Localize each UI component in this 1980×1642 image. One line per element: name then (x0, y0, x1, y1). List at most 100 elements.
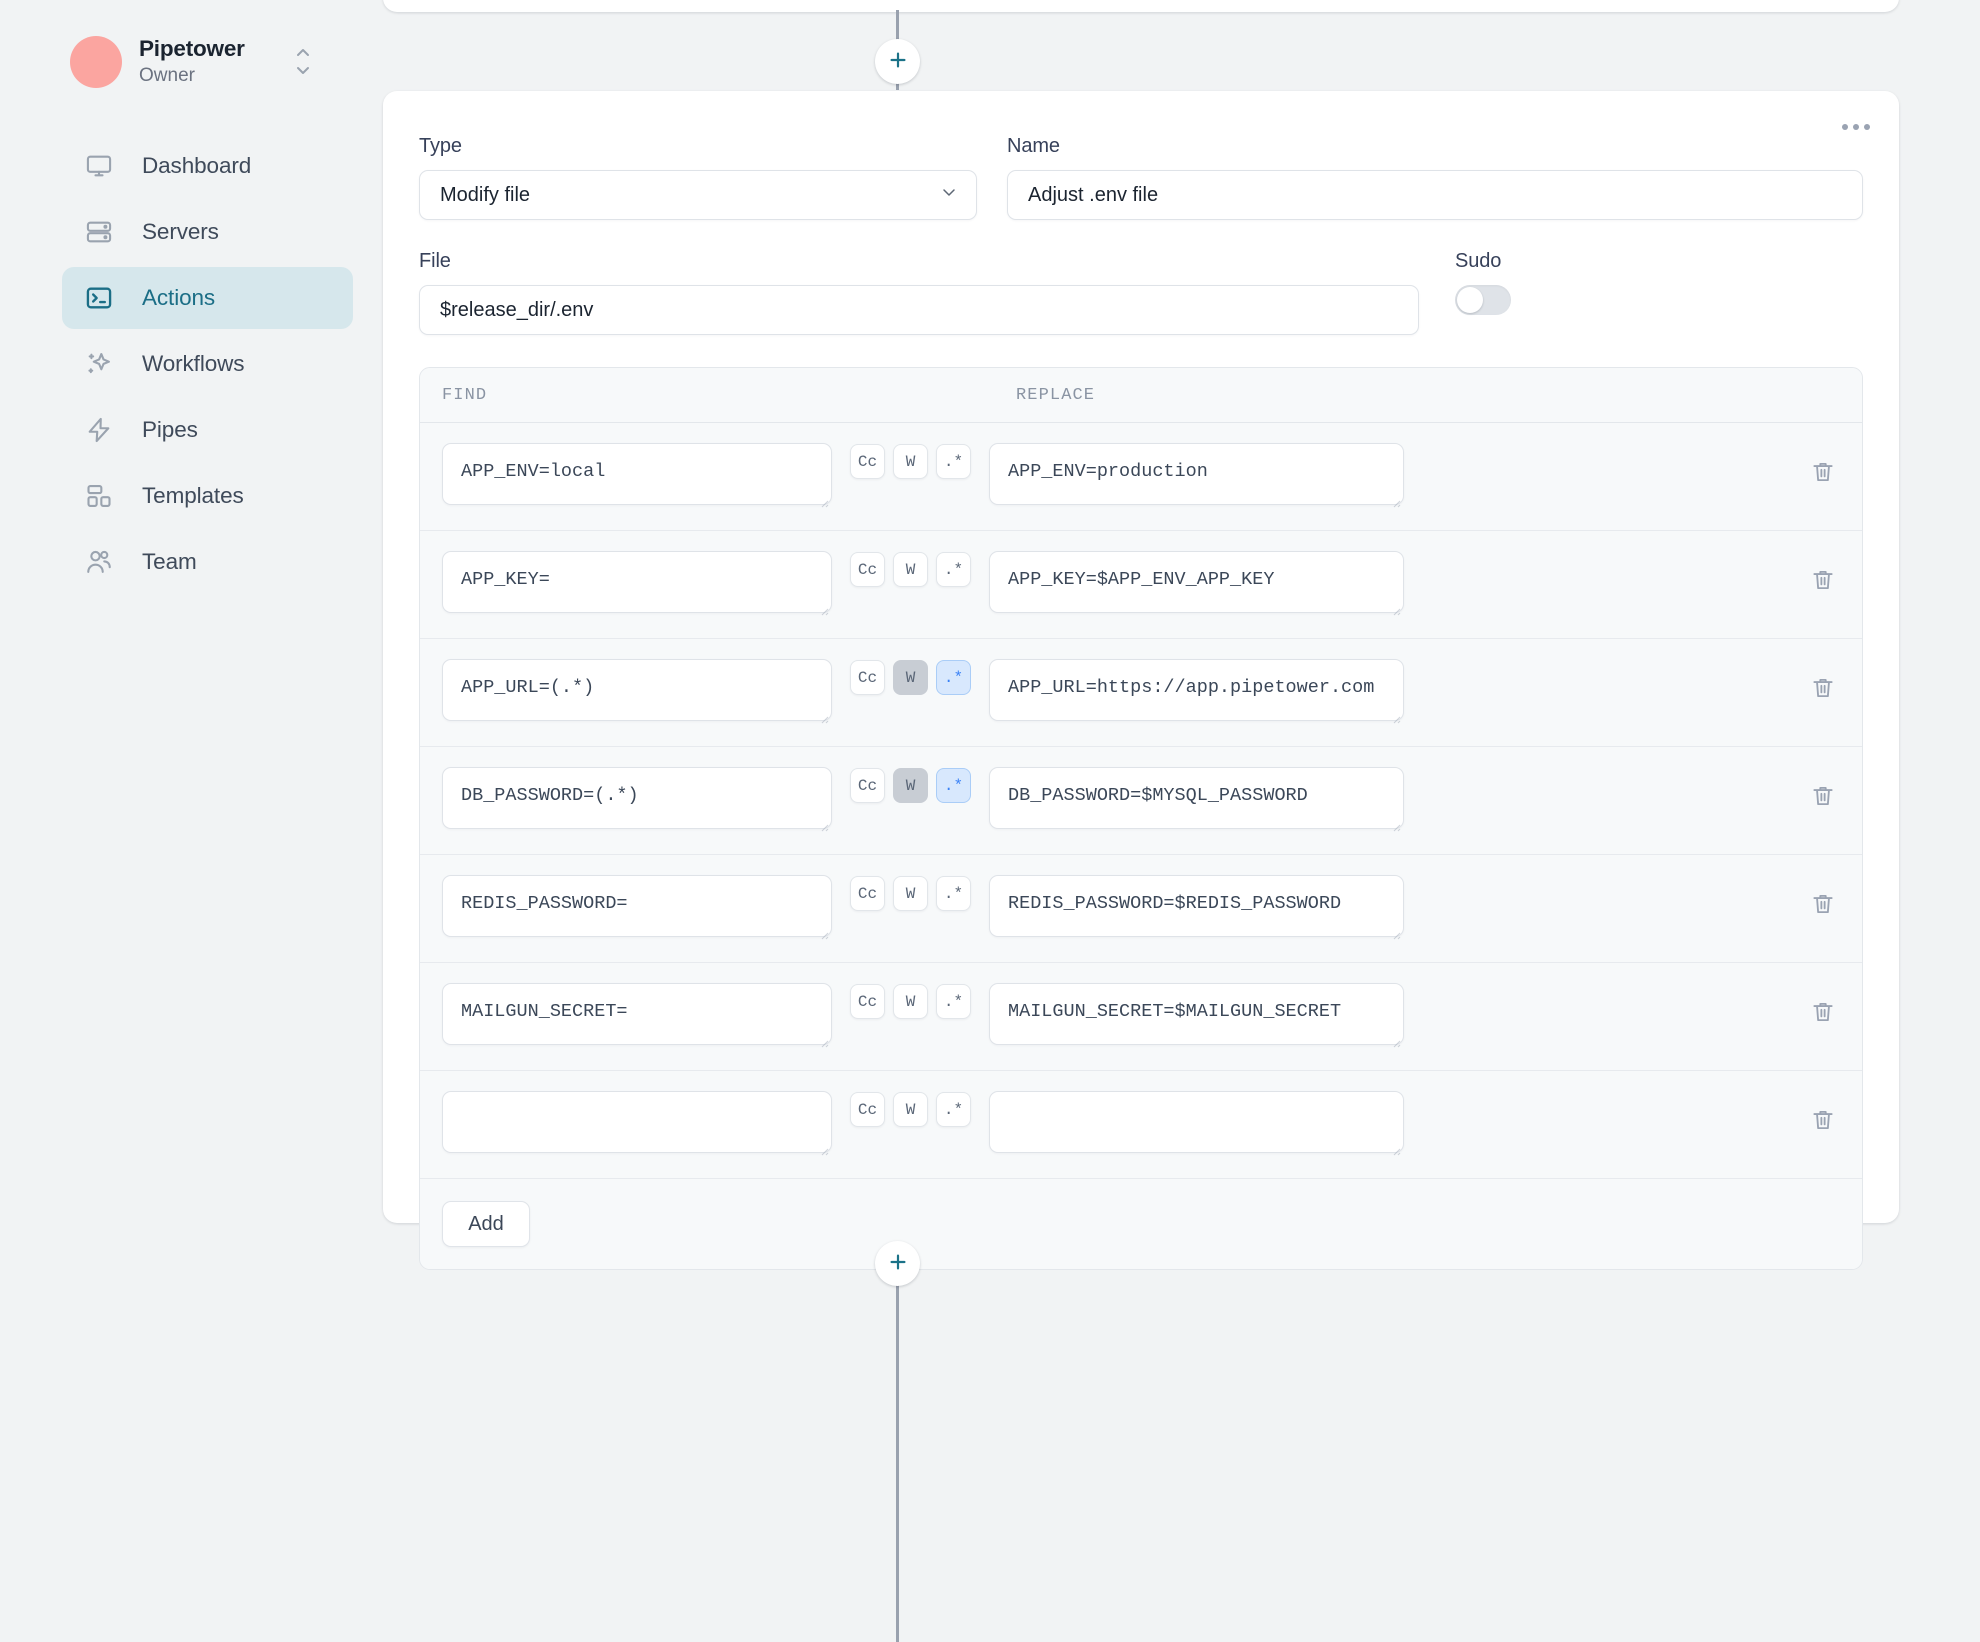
flag-case-sensitive-button[interactable]: Cc (850, 1092, 885, 1127)
trash-icon[interactable] (1806, 995, 1840, 1029)
ellipsis-icon[interactable] (1839, 115, 1873, 139)
file-field: File (419, 250, 1419, 335)
flag-group: Cc W .* (850, 983, 971, 1019)
name-input[interactable] (1007, 170, 1863, 220)
flag-case-sensitive-button[interactable]: Cc (850, 660, 885, 695)
flag-case-sensitive-button[interactable]: Cc (850, 768, 885, 803)
sidebar-item-team[interactable]: Team (62, 531, 353, 593)
column-header-find: FIND (442, 385, 488, 405)
table-row: Cc W .* (420, 747, 1862, 855)
file-label: File (419, 250, 451, 272)
terminal-icon (84, 283, 114, 313)
find-input[interactable] (442, 875, 832, 937)
lightning-icon (84, 415, 114, 445)
find-replace-footer: Add (420, 1179, 1862, 1269)
monitor-icon (84, 151, 114, 181)
flag-regex-button[interactable]: .* (936, 1092, 971, 1127)
trash-icon[interactable] (1806, 887, 1840, 921)
find-cell (442, 767, 832, 834)
trash-icon[interactable] (1806, 1103, 1840, 1137)
replace-input[interactable] (989, 875, 1404, 937)
add-step-above-button[interactable] (875, 39, 920, 84)
sidebar-item-label: Actions (142, 284, 216, 310)
flag-whole-word-button[interactable]: W (893, 1092, 928, 1127)
add-step-below-button[interactable] (875, 1241, 920, 1286)
flag-case-sensitive-button[interactable]: Cc (850, 444, 885, 479)
sidebar-item-servers[interactable]: Servers (62, 201, 353, 263)
type-field: Type Modify file (419, 135, 977, 220)
flag-group: Cc W .* (850, 1091, 971, 1127)
flag-case-sensitive-button[interactable]: Cc (850, 552, 885, 587)
type-select[interactable]: Modify file (419, 170, 977, 220)
flag-regex-button[interactable]: .* (936, 444, 971, 479)
sidebar-item-dashboard[interactable]: Dashboard (62, 135, 353, 197)
replace-cell (989, 1091, 1404, 1158)
find-cell (442, 1091, 832, 1158)
add-rule-button[interactable]: Add (442, 1201, 530, 1247)
sidebar-item-workflows[interactable]: Workflows (62, 333, 353, 395)
find-replace-header: FIND REPLACE (420, 368, 1862, 423)
sidebar-item-actions[interactable]: Actions (62, 266, 353, 329)
flag-whole-word-button[interactable]: W (893, 768, 928, 803)
replace-cell (989, 875, 1404, 942)
flag-whole-word-button[interactable]: W (893, 876, 928, 911)
replace-input[interactable] (989, 443, 1404, 505)
flag-whole-word-button[interactable]: W (893, 660, 928, 695)
dot (1842, 124, 1848, 130)
sidebar-item-pipes[interactable]: Pipes (62, 399, 353, 461)
sidebar-nav: Dashboard Servers Actions Workflows Pipe… (0, 135, 375, 593)
sidebar-item-label: Dashboard (142, 152, 252, 178)
sidebar-item-label: Pipes (142, 416, 198, 442)
plus-icon (887, 49, 909, 74)
flag-whole-word-button[interactable]: W (893, 444, 928, 479)
replace-input[interactable] (989, 767, 1404, 829)
type-name-row: Type Modify file Name (419, 135, 1863, 220)
replace-input[interactable] (989, 983, 1404, 1045)
workflow-canvas: Type Modify file Name Adjust .env file F… (375, 0, 1980, 1642)
flag-whole-word-button[interactable]: W (893, 552, 928, 587)
flag-whole-word-button[interactable]: W (893, 984, 928, 1019)
replace-input[interactable] (989, 1091, 1404, 1153)
file-input[interactable] (419, 285, 1419, 335)
flag-group: Cc W .* (850, 875, 971, 911)
find-input[interactable] (442, 659, 832, 721)
flag-case-sensitive-button[interactable]: Cc (850, 876, 885, 911)
sidebar: Pipetower Owner Dashboard Servers Action… (0, 0, 375, 1642)
replace-input[interactable] (989, 551, 1404, 613)
workspace-name: Pipetower (139, 36, 245, 61)
sidebar-item-templates[interactable]: Templates (62, 465, 353, 527)
file-sudo-row: File Sudo (419, 250, 1863, 335)
flag-case-sensitive-button[interactable]: Cc (850, 984, 885, 1019)
replace-cell (989, 767, 1404, 834)
workspace-role: Owner (139, 65, 195, 86)
flag-regex-button[interactable]: .* (936, 984, 971, 1019)
find-input[interactable] (442, 551, 832, 613)
find-cell (442, 983, 832, 1050)
sudo-toggle[interactable] (1455, 285, 1511, 315)
workspace-text: Pipetower Owner (139, 35, 291, 89)
replace-input[interactable] (989, 659, 1404, 721)
replace-cell (989, 659, 1404, 726)
trash-icon[interactable] (1806, 455, 1840, 489)
type-label: Type (419, 135, 462, 157)
find-input[interactable] (442, 443, 832, 505)
find-cell (442, 659, 832, 726)
trash-icon[interactable] (1806, 779, 1840, 813)
previous-step-card (383, 0, 1899, 12)
table-row: Cc W .* (420, 1071, 1862, 1179)
chevron-updown-icon[interactable] (291, 44, 315, 80)
trash-icon[interactable] (1806, 563, 1840, 597)
dot (1853, 124, 1859, 130)
flag-regex-button[interactable]: .* (936, 876, 971, 911)
type-select-wrap: Modify file (419, 170, 977, 220)
name-field: Name (1007, 135, 1863, 220)
find-input[interactable] (442, 767, 832, 829)
flag-regex-button[interactable]: .* (936, 660, 971, 695)
flag-regex-button[interactable]: .* (936, 552, 971, 587)
replace-cell (989, 443, 1404, 510)
workspace-switcher[interactable]: Pipetower Owner (70, 35, 315, 89)
find-input[interactable] (442, 983, 832, 1045)
trash-icon[interactable] (1806, 671, 1840, 705)
find-input[interactable] (442, 1091, 832, 1153)
flag-regex-button[interactable]: .* (936, 768, 971, 803)
